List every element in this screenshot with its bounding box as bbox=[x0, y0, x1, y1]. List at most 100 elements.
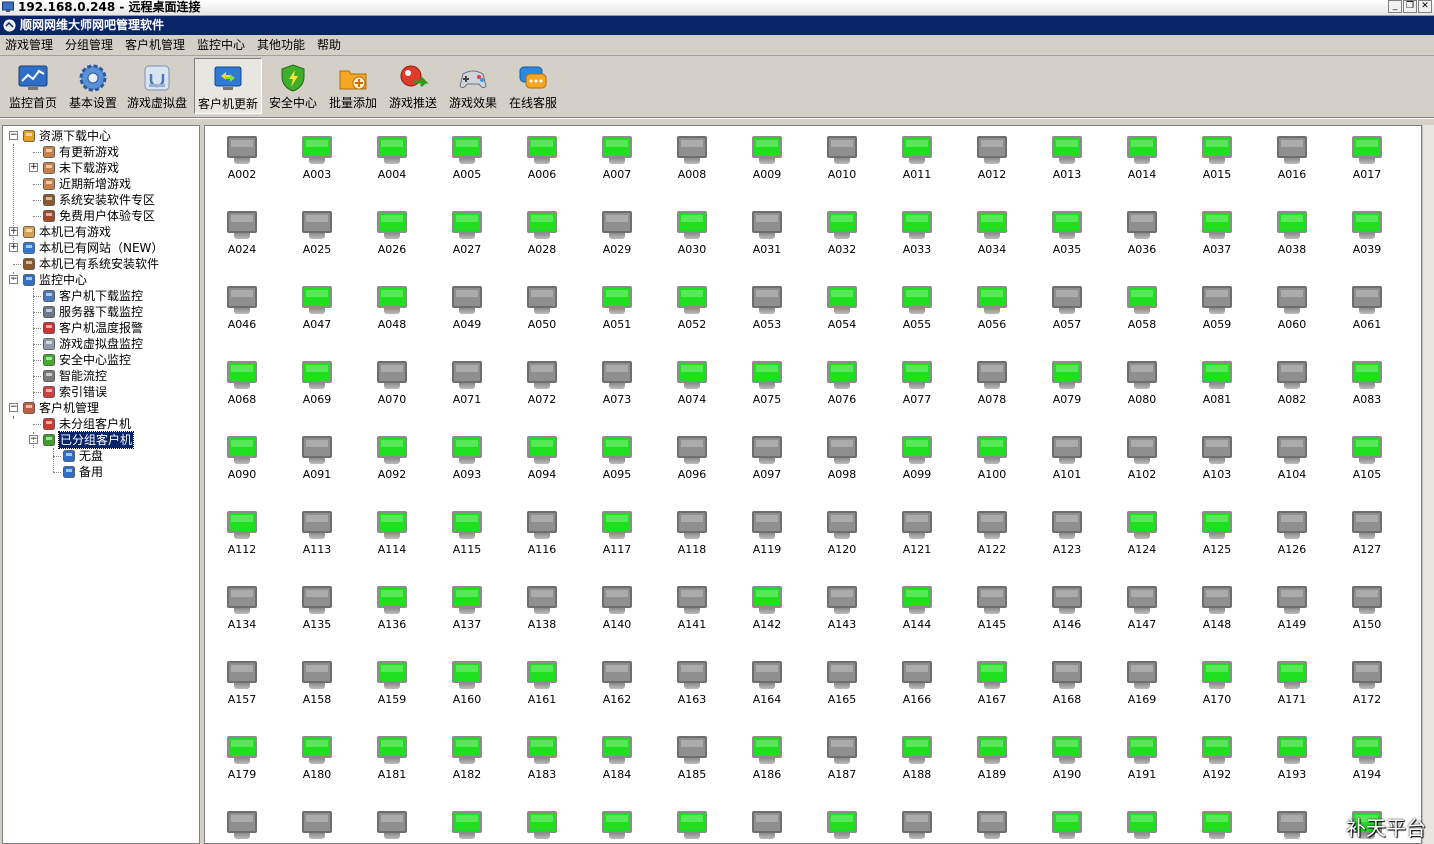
client-machine[interactable]: A124 bbox=[1112, 507, 1172, 567]
client-machine[interactable]: A104 bbox=[1262, 432, 1322, 492]
client-machine[interactable]: A183 bbox=[512, 732, 572, 792]
client-machine[interactable]: A094 bbox=[512, 432, 572, 492]
client-machine[interactable]: A172 bbox=[1337, 657, 1397, 717]
client-machine[interactable]: A026 bbox=[362, 207, 422, 267]
restore-button[interactable]: ❐ bbox=[1403, 0, 1417, 13]
client-machine[interactable]: A160 bbox=[437, 657, 497, 717]
menu-group-manage[interactable]: 分组管理 bbox=[65, 35, 113, 55]
close-button[interactable]: ✕ bbox=[1418, 0, 1432, 13]
client-machine[interactable]: A163 bbox=[662, 657, 722, 717]
tree-node[interactable]: + 本机已有游戏 bbox=[3, 224, 199, 240]
expand-icon[interactable]: + bbox=[9, 243, 18, 252]
toolbar-batch-add-button[interactable]: 批量添加 bbox=[324, 58, 382, 114]
client-machine[interactable]: A098 bbox=[812, 432, 872, 492]
client-machine[interactable]: A005 bbox=[437, 132, 497, 192]
client-machine[interactable]: A059 bbox=[1187, 282, 1247, 342]
client-machine[interactable]: A051 bbox=[587, 282, 647, 342]
client-machine[interactable]: A028 bbox=[512, 207, 572, 267]
tree-node[interactable]: 近期新增游戏 bbox=[3, 176, 199, 192]
client-machine[interactable] bbox=[662, 807, 722, 843]
menu-other-functions[interactable]: 其他功能 bbox=[257, 35, 305, 55]
client-machine[interactable] bbox=[512, 807, 572, 843]
client-machine[interactable]: A007 bbox=[587, 132, 647, 192]
client-machine[interactable]: A095 bbox=[587, 432, 647, 492]
client-machine[interactable]: A083 bbox=[1337, 357, 1397, 417]
client-machine[interactable]: A014 bbox=[1112, 132, 1172, 192]
client-machine[interactable]: A046 bbox=[212, 282, 272, 342]
client-machine[interactable]: A149 bbox=[1262, 582, 1322, 642]
menu-monitor-center[interactable]: 监控中心 bbox=[197, 35, 245, 55]
client-machine[interactable]: A140 bbox=[587, 582, 647, 642]
client-machine[interactable]: A029 bbox=[587, 207, 647, 267]
client-machine[interactable] bbox=[1262, 807, 1322, 843]
client-machine[interactable]: A016 bbox=[1262, 132, 1322, 192]
client-machine[interactable]: A185 bbox=[662, 732, 722, 792]
tree-node[interactable]: 有更新游戏 bbox=[3, 144, 199, 160]
client-machine[interactable]: A039 bbox=[1337, 207, 1397, 267]
client-machine[interactable]: A054 bbox=[812, 282, 872, 342]
client-machine[interactable]: A060 bbox=[1262, 282, 1322, 342]
menu-client-manage[interactable]: 客户机管理 bbox=[125, 35, 185, 55]
client-machine[interactable]: A061 bbox=[1337, 282, 1397, 342]
tree-node[interactable]: − 客户机管理 bbox=[3, 400, 199, 416]
client-machine[interactable]: A068 bbox=[212, 357, 272, 417]
client-machine[interactable]: A113 bbox=[287, 507, 347, 567]
client-machine[interactable]: A077 bbox=[887, 357, 947, 417]
client-machine[interactable]: A136 bbox=[362, 582, 422, 642]
toolbar-security-center-button[interactable]: 安全中心 bbox=[264, 58, 322, 114]
client-machine[interactable]: A101 bbox=[1037, 432, 1097, 492]
client-machine[interactable]: A057 bbox=[1037, 282, 1097, 342]
client-machine[interactable] bbox=[287, 807, 347, 843]
client-machine[interactable]: A012 bbox=[962, 132, 1022, 192]
client-machine[interactable] bbox=[1037, 807, 1097, 843]
client-machine[interactable]: A078 bbox=[962, 357, 1022, 417]
client-machine[interactable]: A125 bbox=[1187, 507, 1247, 567]
client-machine[interactable]: A119 bbox=[737, 507, 797, 567]
tree-node[interactable]: 未分组客户机 bbox=[3, 416, 199, 432]
client-machine[interactable]: A143 bbox=[812, 582, 872, 642]
client-machine[interactable] bbox=[362, 807, 422, 843]
client-machine[interactable]: A168 bbox=[1037, 657, 1097, 717]
client-machine[interactable]: A142 bbox=[737, 582, 797, 642]
client-machine[interactable]: A099 bbox=[887, 432, 947, 492]
client-machine[interactable]: A115 bbox=[437, 507, 497, 567]
client-machine[interactable]: A096 bbox=[662, 432, 722, 492]
toolbar-virtual-disk-button[interactable]: 游戏虚拟盘 bbox=[124, 58, 190, 114]
client-machine[interactable]: A058 bbox=[1112, 282, 1172, 342]
vertical-scrollbar[interactable] bbox=[1422, 125, 1434, 844]
client-machine[interactable]: A036 bbox=[1112, 207, 1172, 267]
client-machine[interactable]: A146 bbox=[1037, 582, 1097, 642]
tree-node[interactable]: 系统安装软件专区 bbox=[3, 192, 199, 208]
client-machine[interactable] bbox=[962, 807, 1022, 843]
client-machine[interactable]: A117 bbox=[587, 507, 647, 567]
client-machine[interactable]: A193 bbox=[1262, 732, 1322, 792]
client-machine[interactable]: A157 bbox=[212, 657, 272, 717]
toolbar-client-update-button[interactable]: 客户机更新 bbox=[194, 58, 262, 114]
client-machine[interactable]: A053 bbox=[737, 282, 797, 342]
client-machine[interactable]: A162 bbox=[587, 657, 647, 717]
client-machine[interactable]: A166 bbox=[887, 657, 947, 717]
client-machine[interactable]: A122 bbox=[962, 507, 1022, 567]
client-machine[interactable]: A076 bbox=[812, 357, 872, 417]
tree-node[interactable]: 备用 bbox=[3, 464, 199, 480]
expand-icon[interactable]: + bbox=[29, 163, 38, 172]
client-machine[interactable]: A167 bbox=[962, 657, 1022, 717]
client-machine[interactable]: A002 bbox=[212, 132, 272, 192]
client-machine[interactable]: A194 bbox=[1337, 732, 1397, 792]
client-machine[interactable]: A025 bbox=[287, 207, 347, 267]
client-machine[interactable]: A179 bbox=[212, 732, 272, 792]
client-machine[interactable]: A170 bbox=[1187, 657, 1247, 717]
client-machine[interactable]: A180 bbox=[287, 732, 347, 792]
client-machine[interactable]: A123 bbox=[1037, 507, 1097, 567]
client-machine[interactable] bbox=[212, 807, 272, 843]
client-machine[interactable]: A010 bbox=[812, 132, 872, 192]
client-machine[interactable]: A024 bbox=[212, 207, 272, 267]
menu-game-manage[interactable]: 游戏管理 bbox=[5, 35, 53, 55]
client-machine[interactable]: A004 bbox=[362, 132, 422, 192]
toolbar-basic-settings-button[interactable]: 基本设置 bbox=[64, 58, 122, 114]
client-machine[interactable]: A091 bbox=[287, 432, 347, 492]
client-machine[interactable]: A187 bbox=[812, 732, 872, 792]
toolbar-game-effect-button[interactable]: 游戏效果 bbox=[444, 58, 502, 114]
minimize-button[interactable]: _ bbox=[1388, 0, 1402, 13]
client-machine[interactable]: A081 bbox=[1187, 357, 1247, 417]
